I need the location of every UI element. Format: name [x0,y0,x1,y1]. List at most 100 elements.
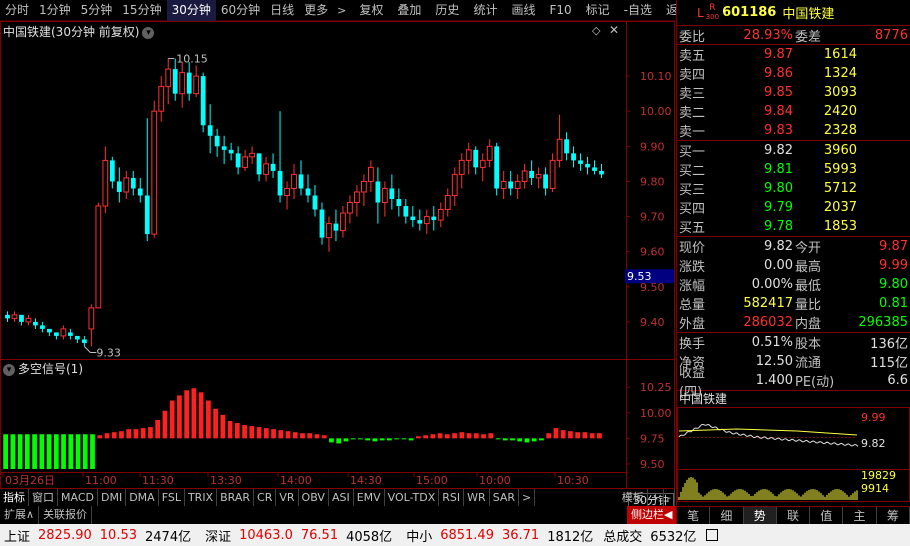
stat-label: 最低 [795,279,822,294]
candle-body [437,209,444,221]
period-tab-7[interactable]: 更多 [299,0,333,21]
indicator-tab-14[interactable]: RSI [439,488,465,507]
toolbar-action-3[interactable]: 统计 [468,0,502,21]
chevron-down-icon[interactable]: ▾ [142,26,155,39]
candle-body [319,209,325,238]
indicator-tab-7[interactable]: BRAR [217,488,255,507]
fundamental-value: 12.50 [755,354,793,369]
signal-bar [546,433,552,439]
price-tick-label: 10.10 [640,70,672,83]
weicha-value: 8776 [874,27,908,43]
indicator-tab-8[interactable]: CR [254,488,277,507]
candle-body [207,125,213,136]
candle-body [67,332,73,336]
candle-body [521,170,528,182]
mini-intraday-chart[interactable]: 9.99 9.82 19829 9914 [677,407,910,502]
stat-value: 9.80 [879,277,908,292]
panel-tab-1[interactable]: 细 [710,507,744,524]
indicator-tab-12[interactable]: EMV [354,488,385,507]
candle-body [102,159,109,207]
panel-tab-4[interactable]: 值 [810,507,844,524]
signal-bar [401,438,407,440]
candle-body [221,146,227,150]
toolbar-action-4[interactable]: 画线 [506,0,540,21]
signal-bar [82,434,88,469]
signal-bar [423,435,428,439]
indicator-tab-18[interactable]: 模板 [619,488,648,507]
indicator-tab-10[interactable]: OBV [299,488,329,507]
indicator-tab-20[interactable]: - [664,488,675,507]
fundamental-value: 0.51% [751,335,793,350]
ext-tab-0[interactable]: 扩展∧ [0,506,40,524]
indicator-tab-16[interactable]: SAR [490,488,520,507]
sidebar-toggle-button[interactable]: 侧边栏◀ [627,506,677,524]
signal-bar [39,434,45,469]
candle-body [451,173,458,196]
indicator-tab-19[interactable]: + [648,488,665,507]
panel-tab-3[interactable]: 联 [777,507,811,524]
period-tab-0[interactable]: 分时 [0,0,34,21]
candle-body [494,146,500,189]
period-tab-3[interactable]: 15分钟 [117,0,166,21]
toolbar-action-1[interactable]: 叠加 [392,0,426,21]
sh-label[interactable]: 上证 [4,526,30,545]
indicator-tab-9[interactable]: VR [276,488,299,507]
r-tag: R 300 [705,2,720,21]
period-tab-6[interactable]: 日线 [265,0,299,21]
diamond-icon[interactable]: ◇ [592,24,600,37]
toolbar-action-0[interactable]: 复权 [354,0,388,21]
indicator-tab-15[interactable]: WR [464,488,490,507]
signal-bar [336,438,342,444]
indicator-tab-2[interactable]: MACD [58,488,98,507]
chevron-right-icon[interactable]: > [333,4,350,17]
signal-bar [300,433,305,439]
panel-tab-5[interactable]: 主 [843,507,877,524]
close-icon[interactable]: ✕ [609,23,619,37]
signal-bar [568,431,573,439]
signal-bar [437,433,443,439]
panel-tab-0[interactable]: 笔 [677,507,711,524]
candle-body [347,202,353,214]
period-tab-5[interactable]: 60分钟 [216,0,265,21]
signal-bar [249,426,255,439]
mini-high-label: 9.99 [861,411,886,424]
candle-body [277,170,283,196]
indicator-tab-5[interactable]: FSL [159,488,185,507]
indicator-tab-13[interactable]: VOL-TDX [385,488,440,507]
indicator-tab-17[interactable]: > [519,488,536,507]
sz-label[interactable]: 深证 [205,526,231,545]
kline-chart-area[interactable]: 10.10 10.00 9.90 9.80 9.70 9.60 9.50 9.40 10.25 1… [0,21,675,509]
indicator-tab-3[interactable]: DMI [98,488,127,507]
asks-row: 卖四 9.86 1324 [677,64,910,83]
period-tab-2[interactable]: 5分钟 [76,0,118,21]
signal-bar [191,388,197,439]
zx-label[interactable]: 中小 [406,526,432,545]
indicator-tab-1[interactable]: 窗口 [29,488,58,507]
indicator-tab-0[interactable]: 指标 [0,488,29,507]
kline-chart-svg[interactable]: 10.10 10.00 9.90 9.80 9.70 9.60 9.50 9.40 10.25 1… [0,21,675,489]
status-indicator-icon[interactable] [706,529,719,541]
candle-body [284,187,290,196]
time-label: 10:00 [479,474,511,487]
period-tab-4[interactable]: 30分钟 [166,0,216,21]
candle-body [172,69,178,94]
candle-body [298,174,304,189]
fundamental-row: 换手 0.51% 股本 136亿 [677,333,910,352]
stat-value: 9.82 [764,239,793,254]
ext-tab-1[interactable]: 关联报价 [39,506,93,524]
indicator-tab-4[interactable]: DMA [126,488,159,507]
indicator-tab-11[interactable]: ASI [329,488,354,507]
toolbar-action-7[interactable]: -自选 [619,0,657,21]
toolbar-action-2[interactable]: 历史 [430,0,464,21]
candle-body [458,159,465,175]
chevron-down-icon[interactable]: ▾ [3,363,15,376]
fundamental-label: 收益(四) [679,365,706,400]
signal-bar [358,438,363,440]
toolbar-action-5[interactable]: F10 [544,0,576,21]
bids-label: 买四 [679,202,706,217]
period-tab-1[interactable]: 1分钟 [34,0,76,21]
toolbar-action-6[interactable]: 标记 [581,0,615,21]
indicator-tab-6[interactable]: TRIX [185,488,218,507]
panel-tab-2[interactable]: 势 [743,507,777,524]
panel-tab-6[interactable]: 筹 [877,507,910,524]
